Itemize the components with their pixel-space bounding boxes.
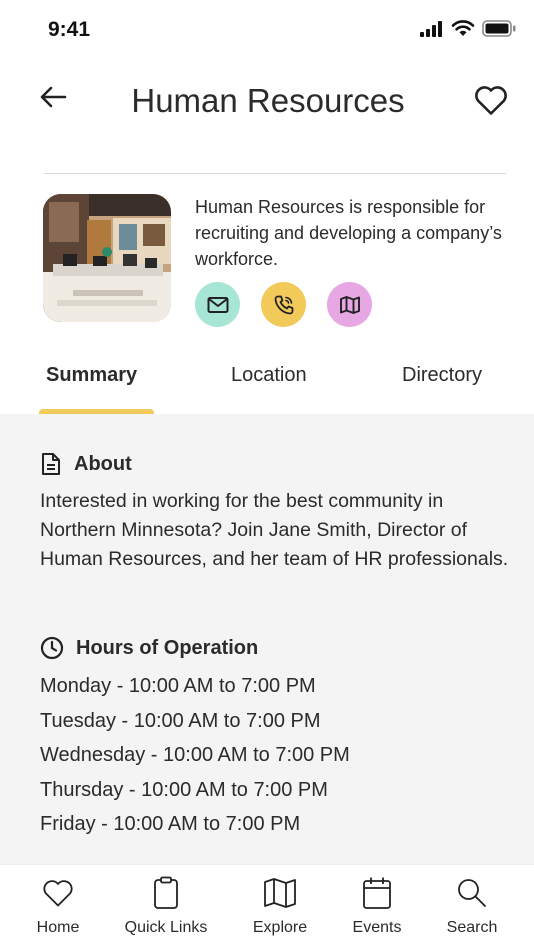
tabbar-search[interactable]: Search <box>422 875 522 937</box>
hours-row: Tuesday - 10:00 AM to 7:00 PM <box>40 709 321 732</box>
tabbar-label: Search <box>446 919 498 936</box>
map-icon <box>339 295 360 314</box>
status-time: 9:41 <box>48 18 91 41</box>
clipboard-icon <box>148 875 184 911</box>
bottom-tab-bar: Home Quick Links Explore Events Search <box>0 864 534 950</box>
about-heading: About <box>40 452 132 476</box>
page-title: Human Resources <box>131 82 405 119</box>
office-photo <box>43 194 171 322</box>
tab-directory[interactable]: Directory <box>402 364 482 387</box>
hours-row: Wednesday - 10:00 AM to 7:00 PM <box>40 744 350 766</box>
contact-actions <box>195 282 372 327</box>
tabbar-label: Quick Links <box>124 919 208 936</box>
email-button[interactable] <box>195 282 240 327</box>
heart-icon <box>475 86 507 115</box>
status-icons <box>420 20 516 37</box>
wifi-icon <box>451 20 475 36</box>
tab-location[interactable]: Location <box>231 364 307 387</box>
back-button[interactable] <box>36 80 70 114</box>
document-icon <box>42 453 60 475</box>
hours-title: Hours of Operation <box>76 636 259 659</box>
hours-row: Thursday - 10:00 AM to 7:00 PM <box>40 778 328 801</box>
status-bar: 9:41 <box>0 0 534 60</box>
battery-icon <box>482 20 516 37</box>
hours-heading: Hours of Operation <box>40 636 258 660</box>
about-text: Interested in working for the best commu… <box>40 490 509 570</box>
header-divider <box>44 173 506 174</box>
tabbar-label: Home <box>36 919 80 936</box>
favorite-button[interactable] <box>472 82 510 118</box>
arrow-left-icon <box>40 86 67 108</box>
header: Human Resources <box>0 70 534 175</box>
section-tabs: Summary Location Directory <box>0 352 534 415</box>
tab-summary[interactable]: Summary <box>46 364 137 387</box>
signal-icon <box>420 20 442 37</box>
tabbar-home[interactable]: Home <box>8 875 108 937</box>
heart-icon <box>40 875 76 911</box>
tabbar-label: Explore <box>252 919 308 936</box>
map-button[interactable] <box>327 282 372 327</box>
mail-icon <box>207 296 228 313</box>
calendar-icon <box>359 875 395 911</box>
tabbar-label: Events <box>352 919 402 936</box>
summary-content: About Interested in working for the best… <box>0 414 534 864</box>
phone-icon <box>274 295 293 314</box>
tabbar-events[interactable]: Events <box>327 875 427 937</box>
hours-row: Monday - 10:00 AM to 7:00 PM <box>40 675 316 697</box>
hours-list: Monday - 10:00 AM to 7:00 PM Tuesday - 1… <box>40 669 510 842</box>
department-description: Human Resources is responsible for recru… <box>195 197 502 269</box>
department-profile: Human Resources is responsible for recru… <box>0 194 534 334</box>
hours-row: Friday - 10:00 AM to 7:00 PM <box>40 813 301 835</box>
map-icon <box>262 875 298 911</box>
tabbar-explore[interactable]: Explore <box>230 875 330 937</box>
search-icon <box>454 875 490 911</box>
tabbar-quick-links[interactable]: Quick Links <box>116 875 216 937</box>
clock-icon <box>40 636 64 660</box>
about-title: About <box>74 452 132 475</box>
phone-button[interactable] <box>261 282 306 327</box>
